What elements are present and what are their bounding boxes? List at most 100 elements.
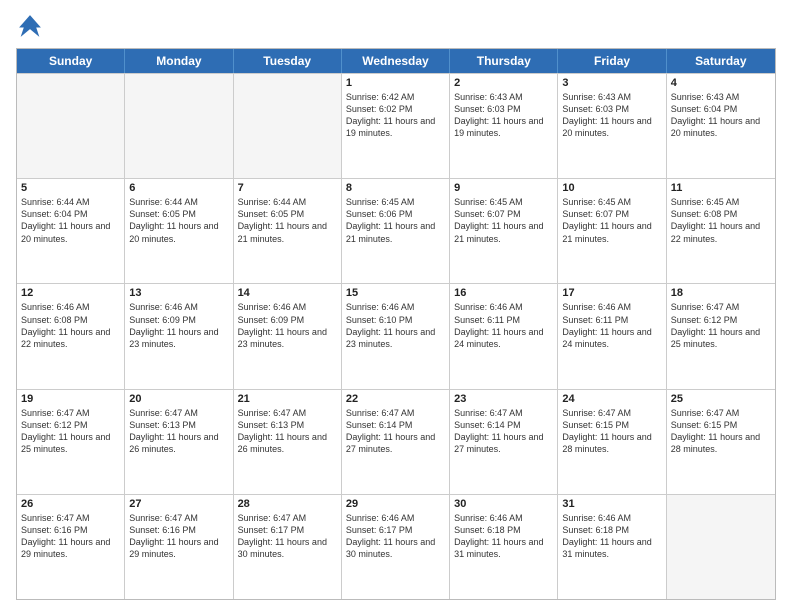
calendar-cell: 21 Sunrise: 6:47 AM Sunset: 6:13 PM Dayli…	[234, 390, 342, 494]
calendar-cell: 18Sunrise: 6:47 AM Sunset: 6:12 PM Dayli…	[667, 284, 775, 388]
calendar-cell: 30Sunrise: 6:46 AM Sunset: 6:18 PM Dayli…	[450, 495, 558, 599]
calendar-cell: 8 Sunrise: 6:45 AM Sunset: 6:06 PM Daylig…	[342, 179, 450, 283]
day-number: 7	[238, 182, 337, 194]
day-info: Sunrise: 6:45 AM Sunset: 6:07 PM Dayligh…	[454, 196, 553, 245]
day-info: Sunrise: 6:44 AM Sunset: 6:05 PM Dayligh…	[238, 196, 337, 245]
day-number: 8	[346, 182, 445, 194]
calendar-cell: 5Sunrise: 6:44 AM Sunset: 6:04 PM Daylig…	[17, 179, 125, 283]
day-info: Sunrise: 6:47 AM Sunset: 6:12 PM Dayligh…	[21, 407, 120, 456]
calendar-cell: 4 Sunrise: 6:43 AM Sunset: 6:04 PM Daylig…	[667, 74, 775, 178]
day-info: Sunrise: 6:46 AM Sunset: 6:11 PM Dayligh…	[562, 301, 661, 350]
calendar-cell: 24 Sunrise: 6:47 AM Sunset: 6:15 PM Dayli…	[558, 390, 666, 494]
day-number: 2	[454, 77, 553, 89]
day-number: 13	[129, 287, 228, 299]
calendar-cell: 14 Sunrise: 6:46 AM Sunset: 6:09 PM Dayli…	[234, 284, 342, 388]
day-number: 16	[454, 287, 553, 299]
day-info: Sunrise: 6:47 AM Sunset: 6:14 PM Dayligh…	[454, 407, 553, 456]
calendar: SundayMondayTuesdayWednesdayThursdayFrid…	[16, 48, 776, 600]
day-number: 28	[238, 498, 337, 510]
day-info: Sunrise: 6:46 AM Sunset: 6:10 PM Dayligh…	[346, 301, 445, 350]
calendar-row: 19 Sunrise: 6:47 AM Sunset: 6:12 PM Dayli…	[17, 389, 775, 494]
calendar-cell: 3Sunrise: 6:43 AM Sunset: 6:03 PM Daylig…	[558, 74, 666, 178]
calendar-cell: 7 Sunrise: 6:44 AM Sunset: 6:05 PM Daylig…	[234, 179, 342, 283]
day-info: Sunrise: 6:46 AM Sunset: 6:11 PM Dayligh…	[454, 301, 553, 350]
day-number: 19	[21, 393, 120, 405]
day-info: Sunrise: 6:46 AM Sunset: 6:09 PM Dayligh…	[129, 301, 228, 350]
day-number: 4	[671, 77, 771, 89]
calendar-row: 1Sunrise: 6:42 AM Sunset: 6:02 PM Daylig…	[17, 73, 775, 178]
calendar-cell: 26 Sunrise: 6:47 AM Sunset: 6:16 PM Dayli…	[17, 495, 125, 599]
logo	[16, 12, 48, 40]
day-info: Sunrise: 6:47 AM Sunset: 6:17 PM Dayligh…	[238, 512, 337, 561]
day-number: 17	[562, 287, 661, 299]
calendar-header-row: SundayMondayTuesdayWednesdayThursdayFrid…	[17, 49, 775, 73]
calendar-cell: 29Sunrise: 6:46 AM Sunset: 6:17 PM Dayli…	[342, 495, 450, 599]
day-number: 31	[562, 498, 661, 510]
day-info: Sunrise: 6:46 AM Sunset: 6:18 PM Dayligh…	[454, 512, 553, 561]
day-number: 11	[671, 182, 771, 194]
day-number: 23	[454, 393, 553, 405]
day-info: Sunrise: 6:47 AM Sunset: 6:14 PM Dayligh…	[346, 407, 445, 456]
calendar-cell	[125, 74, 233, 178]
day-number: 9	[454, 182, 553, 194]
day-info: Sunrise: 6:43 AM Sunset: 6:04 PM Dayligh…	[671, 91, 771, 140]
calendar-cell: 2 Sunrise: 6:43 AM Sunset: 6:03 PM Daylig…	[450, 74, 558, 178]
calendar-cell: 27Sunrise: 6:47 AM Sunset: 6:16 PM Dayli…	[125, 495, 233, 599]
calendar-cell	[17, 74, 125, 178]
calendar-cell: 6 Sunrise: 6:44 AM Sunset: 6:05 PM Daylig…	[125, 179, 233, 283]
calendar-header-cell: Monday	[125, 49, 233, 73]
day-number: 29	[346, 498, 445, 510]
calendar-cell: 22 Sunrise: 6:47 AM Sunset: 6:14 PM Dayli…	[342, 390, 450, 494]
calendar-body: 1Sunrise: 6:42 AM Sunset: 6:02 PM Daylig…	[17, 73, 775, 599]
day-number: 22	[346, 393, 445, 405]
calendar-cell: 15 Sunrise: 6:46 AM Sunset: 6:10 PM Dayli…	[342, 284, 450, 388]
calendar-header-cell: Sunday	[17, 49, 125, 73]
day-info: Sunrise: 6:47 AM Sunset: 6:15 PM Dayligh…	[562, 407, 661, 456]
day-info: Sunrise: 6:46 AM Sunset: 6:09 PM Dayligh…	[238, 301, 337, 350]
day-info: Sunrise: 6:44 AM Sunset: 6:04 PM Dayligh…	[21, 196, 120, 245]
calendar-cell: 28 Sunrise: 6:47 AM Sunset: 6:17 PM Dayli…	[234, 495, 342, 599]
day-info: Sunrise: 6:42 AM Sunset: 6:02 PM Dayligh…	[346, 91, 445, 140]
day-number: 24	[562, 393, 661, 405]
day-info: Sunrise: 6:47 AM Sunset: 6:16 PM Dayligh…	[21, 512, 120, 561]
day-number: 25	[671, 393, 771, 405]
calendar-cell	[234, 74, 342, 178]
day-number: 12	[21, 287, 120, 299]
calendar-cell	[667, 495, 775, 599]
calendar-cell: 9 Sunrise: 6:45 AM Sunset: 6:07 PM Daylig…	[450, 179, 558, 283]
day-number: 10	[562, 182, 661, 194]
page: SundayMondayTuesdayWednesdayThursdayFrid…	[0, 0, 792, 612]
calendar-cell: 25 Sunrise: 6:47 AM Sunset: 6:15 PM Dayli…	[667, 390, 775, 494]
calendar-row: 26 Sunrise: 6:47 AM Sunset: 6:16 PM Dayli…	[17, 494, 775, 599]
calendar-header-cell: Wednesday	[342, 49, 450, 73]
day-info: Sunrise: 6:47 AM Sunset: 6:13 PM Dayligh…	[129, 407, 228, 456]
day-info: Sunrise: 6:44 AM Sunset: 6:05 PM Dayligh…	[129, 196, 228, 245]
day-number: 26	[21, 498, 120, 510]
calendar-cell: 20 Sunrise: 6:47 AM Sunset: 6:13 PM Dayli…	[125, 390, 233, 494]
calendar-cell: 23 Sunrise: 6:47 AM Sunset: 6:14 PM Dayli…	[450, 390, 558, 494]
calendar-header-cell: Saturday	[667, 49, 775, 73]
day-info: Sunrise: 6:46 AM Sunset: 6:18 PM Dayligh…	[562, 512, 661, 561]
logo-icon	[16, 12, 44, 40]
day-number: 20	[129, 393, 228, 405]
day-info: Sunrise: 6:45 AM Sunset: 6:06 PM Dayligh…	[346, 196, 445, 245]
day-number: 14	[238, 287, 337, 299]
day-number: 6	[129, 182, 228, 194]
calendar-cell: 12 Sunrise: 6:46 AM Sunset: 6:08 PM Dayli…	[17, 284, 125, 388]
calendar-row: 5Sunrise: 6:44 AM Sunset: 6:04 PM Daylig…	[17, 178, 775, 283]
day-info: Sunrise: 6:46 AM Sunset: 6:08 PM Dayligh…	[21, 301, 120, 350]
calendar-row: 12 Sunrise: 6:46 AM Sunset: 6:08 PM Dayli…	[17, 283, 775, 388]
day-number: 21	[238, 393, 337, 405]
calendar-cell: 10 Sunrise: 6:45 AM Sunset: 6:07 PM Dayli…	[558, 179, 666, 283]
day-info: Sunrise: 6:47 AM Sunset: 6:16 PM Dayligh…	[129, 512, 228, 561]
day-info: Sunrise: 6:45 AM Sunset: 6:07 PM Dayligh…	[562, 196, 661, 245]
day-info: Sunrise: 6:47 AM Sunset: 6:15 PM Dayligh…	[671, 407, 771, 456]
day-info: Sunrise: 6:43 AM Sunset: 6:03 PM Dayligh…	[454, 91, 553, 140]
calendar-cell: 1Sunrise: 6:42 AM Sunset: 6:02 PM Daylig…	[342, 74, 450, 178]
day-info: Sunrise: 6:47 AM Sunset: 6:13 PM Dayligh…	[238, 407, 337, 456]
calendar-header-cell: Friday	[558, 49, 666, 73]
day-info: Sunrise: 6:45 AM Sunset: 6:08 PM Dayligh…	[671, 196, 771, 245]
day-number: 15	[346, 287, 445, 299]
day-info: Sunrise: 6:47 AM Sunset: 6:12 PM Dayligh…	[671, 301, 771, 350]
day-number: 3	[562, 77, 661, 89]
